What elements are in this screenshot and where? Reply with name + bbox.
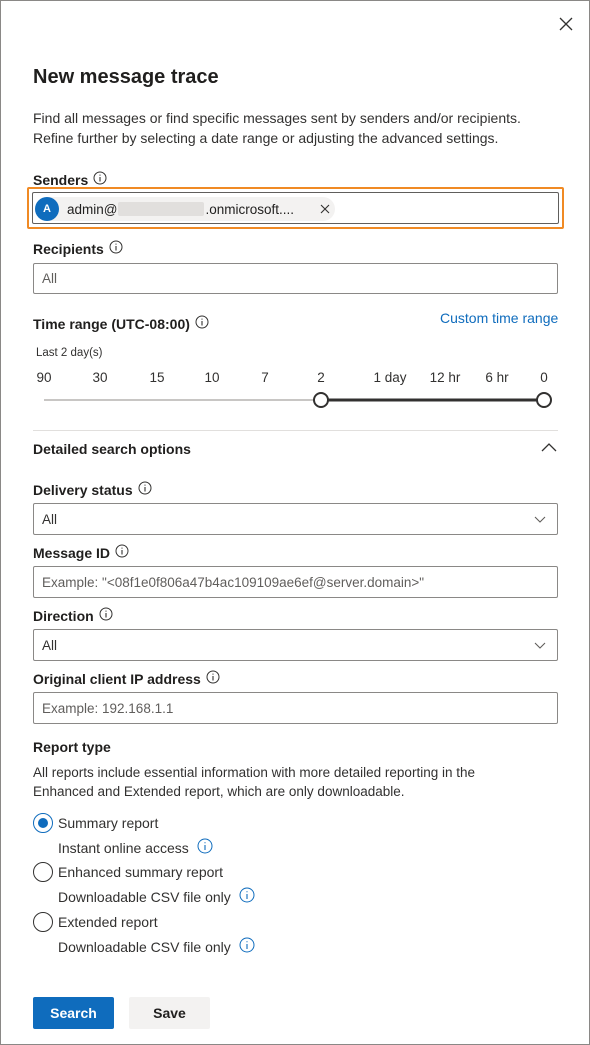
avatar: A	[35, 197, 59, 221]
info-icon[interactable]	[239, 887, 255, 906]
slider-tick-label: 1 day	[373, 370, 407, 385]
slider-tick-label: 15	[149, 370, 165, 385]
message-id-label: Message ID	[33, 544, 111, 561]
info-icon[interactable]	[93, 171, 107, 188]
info-icon[interactable]	[138, 481, 152, 498]
report-option-summary[interactable]: Summary report Instant online access	[33, 813, 433, 857]
report-option-label: Enhanced summary report	[58, 864, 223, 880]
save-button[interactable]: Save	[129, 997, 210, 1029]
report-option-sub-row: Downloadable CSV file only	[58, 937, 255, 956]
radio-summary[interactable]	[33, 813, 53, 833]
delivery-status-value: All	[42, 511, 58, 527]
info-icon[interactable]	[99, 607, 113, 624]
slider-tick-label: 90	[36, 370, 52, 385]
report-option-sub: Instant online access	[58, 839, 189, 856]
client-ip-label-row: Original client IP address	[33, 670, 220, 687]
slider-tick-label: 10	[204, 370, 220, 385]
time-range-slider[interactable]	[33, 388, 558, 412]
info-icon[interactable]	[115, 544, 129, 561]
message-id-input[interactable]: Example: "<08f1e0f806a47b4ac109109ae6ef@…	[33, 566, 558, 598]
report-option-sub-row: Downloadable CSV file only	[58, 887, 255, 906]
report-option-sub: Downloadable CSV file only	[58, 938, 231, 955]
radio-extended[interactable]	[33, 912, 53, 932]
close-icon	[320, 204, 330, 214]
slider-tick-label: 30	[92, 370, 108, 385]
sender-chip[interactable]: A admin@ .onmicrosoft....	[35, 197, 335, 221]
recipients-input[interactable]: All	[33, 263, 558, 294]
info-icon[interactable]	[195, 315, 209, 332]
info-icon[interactable]	[206, 670, 220, 687]
sender-chip-text: admin@ .onmicrosoft....	[67, 202, 294, 217]
radio-enhanced[interactable]	[33, 862, 53, 882]
sender-chip-suffix: .onmicrosoft....	[205, 201, 295, 217]
divider	[33, 430, 558, 431]
report-option-extended[interactable]: Extended report Downloadable CSV file on…	[33, 912, 433, 956]
chevron-up-icon	[541, 443, 557, 452]
slider-tick-label: 12 hr	[429, 370, 461, 385]
sender-chip-prefix: admin@	[67, 201, 118, 217]
slider-thumb-end[interactable]	[536, 392, 552, 408]
redacted-block	[118, 202, 205, 216]
delivery-status-label-row: Delivery status	[33, 481, 152, 498]
info-icon[interactable]	[109, 240, 123, 257]
time-range-label-row: Time range (UTC-08:00)	[33, 315, 209, 332]
collapse-detailed-button[interactable]	[540, 440, 558, 457]
senders-label: Senders	[33, 171, 89, 188]
direction-dropdown[interactable]: All	[33, 629, 558, 661]
chevron-down-icon	[534, 516, 546, 523]
slider-tick-label: 6 hr	[485, 370, 509, 385]
client-ip-input[interactable]: Example: 192.168.1.1	[33, 692, 558, 724]
client-ip-placeholder: Example: 192.168.1.1	[42, 700, 174, 716]
report-option-enhanced[interactable]: Enhanced summary report Downloadable CSV…	[33, 862, 433, 906]
senders-label-row: Senders	[33, 171, 107, 188]
recipients-label: Recipients	[33, 240, 104, 257]
client-ip-label: Original client IP address	[33, 670, 201, 687]
slider-tick-label: 0	[540, 370, 548, 385]
time-range-selected-label: Last 2 day(s)	[36, 347, 103, 359]
report-type-label: Report type	[33, 739, 111, 755]
time-range-label: Time range (UTC-08:00)	[33, 315, 190, 332]
direction-label-row: Direction	[33, 607, 113, 624]
report-option-sub-row: Instant online access	[58, 838, 213, 857]
info-icon[interactable]	[197, 838, 213, 857]
message-id-placeholder: Example: "<08f1e0f806a47b4ac109109ae6ef@…	[42, 574, 425, 590]
search-button[interactable]: Search	[33, 997, 114, 1029]
report-option-label: Summary report	[58, 815, 159, 831]
close-button[interactable]	[556, 14, 576, 34]
report-type-description: All reports include essential informatio…	[33, 765, 475, 799]
report-option-label: Extended report	[58, 914, 158, 930]
direction-label: Direction	[33, 607, 94, 624]
slider-thumb-start[interactable]	[313, 392, 329, 408]
panel-description: Find all messages or find specific messa…	[33, 110, 521, 146]
detailed-search-label: Detailed search options	[33, 441, 191, 457]
slider-tick-label: 7	[261, 370, 269, 385]
chevron-down-icon	[534, 642, 546, 649]
message-id-label-row: Message ID	[33, 544, 129, 561]
info-icon[interactable]	[239, 937, 255, 956]
delivery-status-dropdown[interactable]: All	[33, 503, 558, 535]
recipients-placeholder: All	[42, 271, 58, 286]
slider-tick-label: 2	[317, 370, 325, 385]
direction-value: All	[42, 637, 58, 653]
recipients-label-row: Recipients	[33, 240, 123, 257]
close-icon	[559, 17, 573, 31]
panel-title: New message trace	[33, 66, 219, 88]
custom-time-range-link[interactable]: Custom time range	[440, 310, 558, 326]
delivery-status-label: Delivery status	[33, 481, 133, 498]
report-option-sub: Downloadable CSV file only	[58, 888, 231, 905]
remove-sender-button[interactable]	[315, 199, 335, 219]
